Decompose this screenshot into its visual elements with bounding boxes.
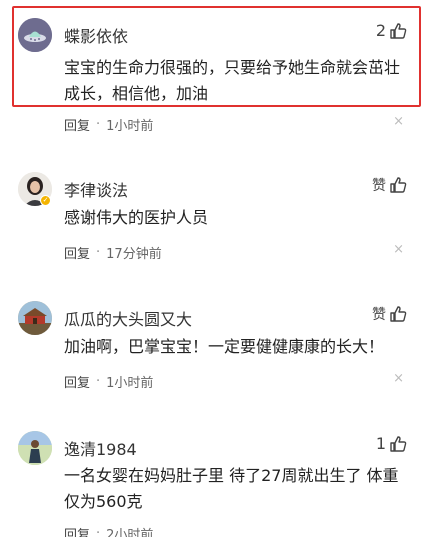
timestamp: 17分钟前 xyxy=(106,247,162,262)
comment-meta: 回复 · 17分钟前 xyxy=(64,243,162,262)
like-count: 1 xyxy=(375,434,386,453)
comment-meta: 回复 · 2小时前 xyxy=(64,524,153,537)
comment-text-line: 成长，相信他，加油 xyxy=(64,84,209,103)
reply-button[interactable]: 回复 xyxy=(64,524,90,537)
comment-text: 感谢伟大的医护人员 xyxy=(64,205,409,231)
separator-dot: · xyxy=(96,526,101,537)
comment-text: 宝宝的生命力很强的，只要给予她生命就会茁壮 成长，相信他，加油 xyxy=(64,55,409,107)
timestamp: 2小时前 xyxy=(106,528,154,537)
thumbs-up-icon xyxy=(390,306,407,322)
reply-button[interactable]: 回复 xyxy=(64,372,90,391)
comment-item: 逸清1984 1 一名女婴在妈妈肚子里 待了27周就出生了 体重 仅为560克 … xyxy=(0,400,428,537)
thumbs-up-icon xyxy=(390,22,407,39)
like-label: 赞 xyxy=(372,307,386,323)
comment-list: 蝶影依依 2 宝宝的生命力很强的，只要给予她生命就会茁壮 成长，相信他，加油 回… xyxy=(0,0,428,537)
username[interactable]: 蝶影依依 xyxy=(64,23,128,47)
reply-button[interactable]: 回复 xyxy=(64,115,90,134)
close-icon[interactable]: × xyxy=(393,114,404,129)
thumbs-up-icon xyxy=(390,177,407,193)
comment-text: 一名女婴在妈妈肚子里 待了27周就出生了 体重 仅为560克 xyxy=(64,463,409,515)
comment-item: 瓜瓜的大头圆又大 赞 加油啊，巴掌宝宝！一定要健健康康的长大！ 回复 · 1小时… xyxy=(0,270,428,400)
timestamp: 1小时前 xyxy=(106,376,154,391)
landmark-avatar-icon xyxy=(18,301,52,335)
timestamp: 1小时前 xyxy=(106,119,154,134)
thumbs-up-icon xyxy=(390,435,407,452)
separator-dot: · xyxy=(96,374,101,389)
avatar[interactable] xyxy=(18,301,52,335)
comment-item: 蝶影依依 2 宝宝的生命力很强的，只要给予她生命就会茁壮 成长，相信他，加油 回… xyxy=(0,0,428,140)
comment-meta: 回复 · 1小时前 xyxy=(64,372,153,391)
avatar[interactable] xyxy=(18,18,52,52)
separator-dot: · xyxy=(96,117,101,132)
like-button[interactable]: 赞 xyxy=(372,304,407,324)
comment-text-line: 仅为560克 xyxy=(64,492,143,511)
avatar[interactable] xyxy=(18,431,52,465)
ufo-avatar-icon xyxy=(18,18,52,52)
username[interactable]: 逸清1984 xyxy=(64,436,137,460)
comment-item: ✓ 李律谈法 赞 感谢伟大的医护人员 回复 · 17分钟前 × xyxy=(0,140,428,270)
verified-badge-icon: ✓ xyxy=(40,195,51,206)
comment-text-line: 加油啊，巴掌宝宝！一定要健健康康的长大！ xyxy=(64,337,385,356)
like-button[interactable]: 赞 xyxy=(372,175,407,195)
username[interactable]: 瓜瓜的大头圆又大 xyxy=(64,306,192,330)
comment-text-line: 一名女婴在妈妈肚子里 待了27周就出生了 体重 xyxy=(64,466,399,485)
like-count: 2 xyxy=(375,21,386,40)
comment-text-line: 宝宝的生命力很强的，只要给予她生命就会茁壮 xyxy=(64,58,401,77)
like-label: 赞 xyxy=(372,178,386,194)
person-outdoor-avatar-icon xyxy=(18,431,52,465)
comment-text-line: 感谢伟大的医护人员 xyxy=(64,208,209,227)
close-icon[interactable]: × xyxy=(393,371,404,386)
like-button[interactable]: 2 xyxy=(376,21,407,40)
username[interactable]: 李律谈法 xyxy=(64,177,128,201)
like-button[interactable]: 1 xyxy=(376,434,407,453)
reply-button[interactable]: 回复 xyxy=(64,243,90,262)
comment-meta: 回复 · 1小时前 xyxy=(64,115,153,134)
comment-text: 加油啊，巴掌宝宝！一定要健健康康的长大！ xyxy=(64,334,409,360)
separator-dot: · xyxy=(96,245,101,260)
close-icon[interactable]: × xyxy=(393,242,404,257)
